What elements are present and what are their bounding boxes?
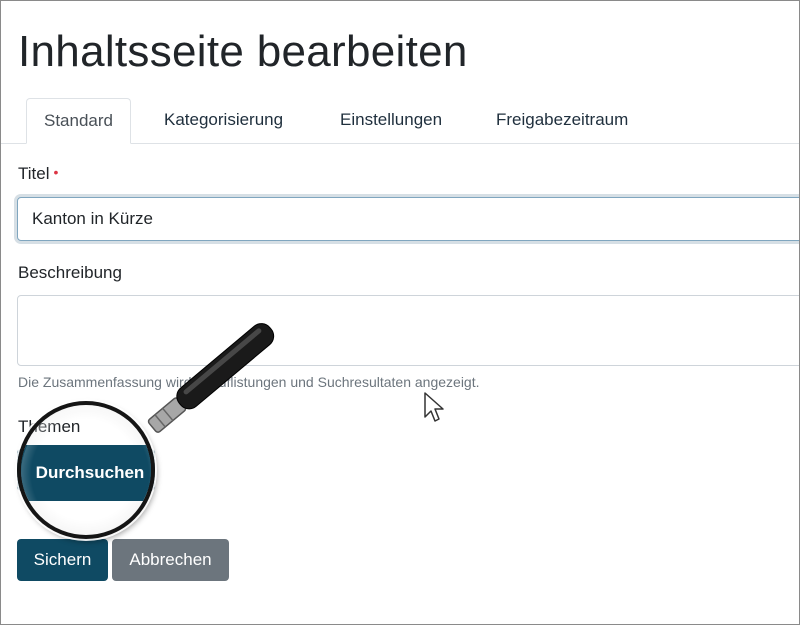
mouse-pointer-icon: [424, 392, 444, 422]
edit-page-frame: Inhaltsseite bearbeiten Standard Kategor…: [0, 0, 800, 625]
description-help-text: Die Zusammenfassung wird in Auflistungen…: [18, 374, 480, 390]
browse-button[interactable]: Durchsuchen: [17, 449, 155, 491]
tab-standard[interactable]: Standard: [26, 98, 131, 144]
themes-label: Themen: [18, 417, 81, 436]
tab-einstellungen[interactable]: Einstellungen: [340, 98, 442, 142]
cancel-button[interactable]: Abbrechen: [112, 539, 229, 581]
required-marker: •: [53, 164, 59, 180]
description-textarea[interactable]: [17, 295, 799, 366]
page-title: Inhaltsseite bearbeiten: [18, 27, 468, 76]
save-button[interactable]: Sichern: [17, 539, 108, 581]
title-label-text: Titel: [18, 164, 50, 183]
tab-kategorisierung[interactable]: Kategorisierung: [164, 98, 283, 142]
title-label: Titel •: [18, 164, 58, 184]
tab-bar: Standard Kategorisierung Einstellungen F…: [1, 98, 799, 144]
title-input[interactable]: [17, 197, 799, 241]
tab-freigabezeitraum[interactable]: Freigabezeitraum: [496, 98, 628, 142]
description-label: Beschreibung: [18, 263, 122, 282]
